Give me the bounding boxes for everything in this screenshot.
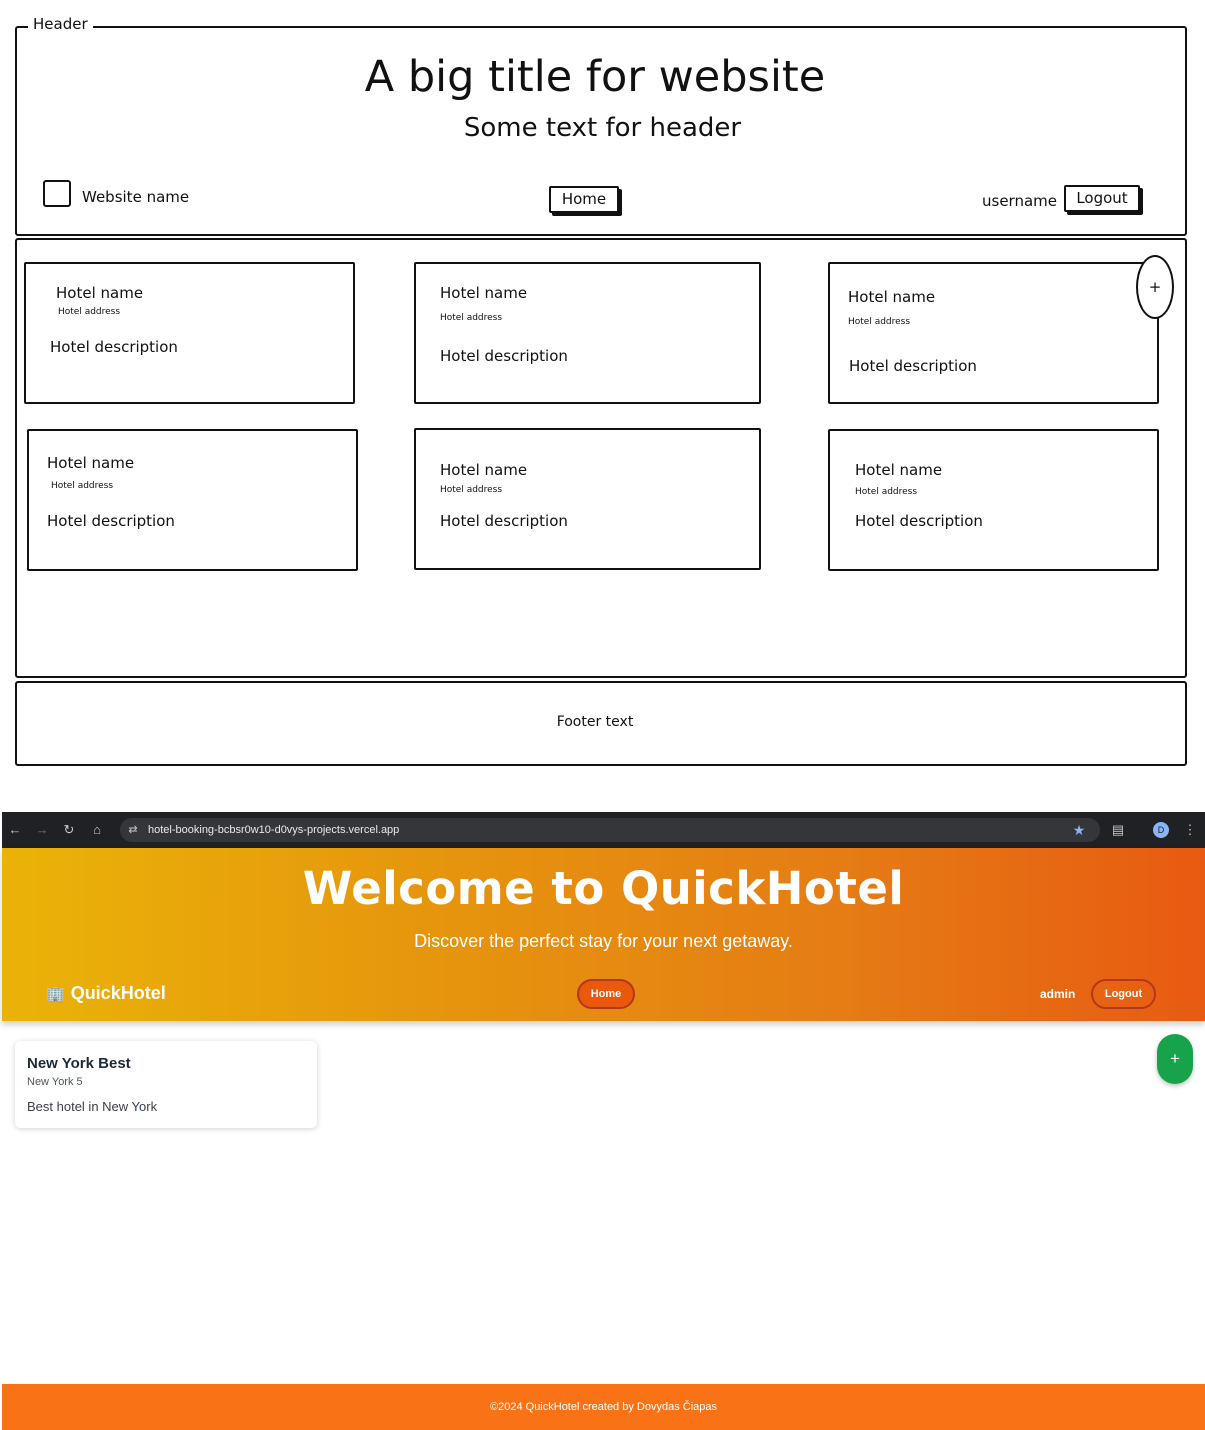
address-bar[interactable]: ⇄ hotel-booking-bcbsr0w10-d0vys-projects… bbox=[120, 818, 1100, 842]
wf-hotel-name: Hotel name bbox=[47, 454, 135, 472]
hotel-name: New York Best bbox=[27, 1055, 131, 1072]
wf-website-name: Website name bbox=[82, 188, 190, 206]
wf-hotel-card[interactable]: Hotel name Hotel address Hotel descripti… bbox=[414, 428, 761, 570]
footer-text: ©2024 QuickHotel created by Dovydas Čiap… bbox=[490, 1401, 717, 1413]
wf-hotel-name: Hotel name bbox=[440, 461, 528, 479]
wf-hotel-description: Hotel description bbox=[855, 512, 983, 530]
wf-username: username bbox=[982, 192, 1057, 210]
wf-hotel-card[interactable]: Hotel name Hotel address Hotel descripti… bbox=[414, 262, 761, 404]
plus-icon: + bbox=[1170, 1049, 1180, 1068]
hotel-address: New York 5 bbox=[27, 1076, 83, 1088]
wf-logout-button[interactable]: Logout bbox=[1064, 185, 1140, 212]
wf-hotel-card[interactable]: Hotel name Hotel address Hotel descripti… bbox=[27, 429, 358, 571]
reload-icon[interactable]: ↻ bbox=[60, 812, 78, 848]
wf-hotel-card[interactable]: Hotel name Hotel address Hotel descripti… bbox=[828, 262, 1159, 404]
wf-logo-placeholder bbox=[43, 180, 71, 207]
wf-hotel-name: Hotel name bbox=[855, 461, 943, 479]
wf-hotel-card[interactable]: Hotel name Hotel address Hotel descripti… bbox=[828, 429, 1159, 571]
extensions-icon[interactable]: ▤ bbox=[1109, 812, 1127, 848]
wf-hotel-description: Hotel description bbox=[50, 338, 178, 356]
forward-icon[interactable]: → bbox=[33, 812, 51, 848]
site-settings-icon[interactable]: ⇄ bbox=[124, 812, 142, 848]
url-text: hotel-booking-bcbsr0w10-d0vys-projects.v… bbox=[148, 824, 400, 836]
add-hotel-button[interactable]: + bbox=[1157, 1034, 1193, 1084]
browser-toolbar: ← → ↻ ⌂ ⇄ hotel-booking-bcbsr0w10-d0vys-… bbox=[2, 812, 1205, 848]
wf-hotel-description: Hotel description bbox=[849, 357, 977, 375]
wf-hotel-address: Hotel address bbox=[440, 485, 503, 495]
brand[interactable]: 🏢 QuickHotel bbox=[46, 983, 166, 1004]
wf-hotel-card[interactable]: Hotel name Hotel address Hotel descripti… bbox=[24, 262, 355, 404]
wf-hotel-name: Hotel name bbox=[56, 284, 144, 302]
plus-icon: + bbox=[1148, 278, 1162, 296]
wf-header-legend: Header bbox=[28, 15, 93, 33]
home-button[interactable]: Home bbox=[577, 979, 635, 1009]
home-icon[interactable]: ⌂ bbox=[88, 812, 106, 848]
wf-hotel-address: Hotel address bbox=[51, 481, 114, 491]
wf-hotel-address: Hotel address bbox=[848, 317, 911, 327]
wf-home-button[interactable]: Home bbox=[549, 186, 619, 213]
wf-subtitle: Some text for header bbox=[463, 113, 742, 143]
wf-title: A big title for website bbox=[364, 52, 826, 102]
wireframe-mockup: Header A big title for website Some text… bbox=[0, 0, 1205, 790]
brand-name: QuickHotel bbox=[70, 983, 166, 1003]
wf-hotel-address: Hotel address bbox=[855, 487, 918, 497]
wf-hotel-description: Hotel description bbox=[440, 347, 568, 365]
wf-hotel-address: Hotel address bbox=[440, 313, 503, 323]
site-header: Welcome to QuickHotel Discover the perfe… bbox=[2, 848, 1205, 1021]
wf-footer-text: Footer text bbox=[556, 714, 634, 730]
site-footer: ©2024 QuickHotel created by Dovydas Čiap… bbox=[2, 1384, 1205, 1430]
star-icon[interactable]: ★ bbox=[1070, 812, 1088, 848]
back-icon[interactable]: ← bbox=[6, 812, 24, 848]
wf-add-button[interactable]: + bbox=[1136, 255, 1174, 319]
wf-hotel-description: Hotel description bbox=[47, 512, 175, 530]
profile-icon[interactable]: D bbox=[1153, 822, 1169, 838]
hero-subtitle: Discover the perfect stay for your next … bbox=[414, 931, 793, 951]
profile-initial: D bbox=[1157, 825, 1165, 835]
username-label: admin bbox=[1040, 987, 1076, 1001]
menu-icon[interactable]: ⋮ bbox=[1181, 812, 1199, 848]
wf-hotel-name: Hotel name bbox=[440, 284, 528, 302]
hero-title: Welcome to QuickHotel bbox=[302, 862, 905, 915]
logout-button[interactable]: Logout bbox=[1091, 979, 1156, 1009]
building-icon: 🏢 bbox=[46, 986, 65, 1003]
wf-hotel-name: Hotel name bbox=[848, 288, 936, 306]
wf-hotel-address: Hotel address bbox=[58, 307, 121, 317]
hotel-description: Best hotel in New York bbox=[27, 1099, 158, 1114]
hotel-card[interactable]: New York Best New York 5 Best hotel in N… bbox=[15, 1041, 317, 1128]
wf-hotel-description: Hotel description bbox=[440, 512, 568, 530]
